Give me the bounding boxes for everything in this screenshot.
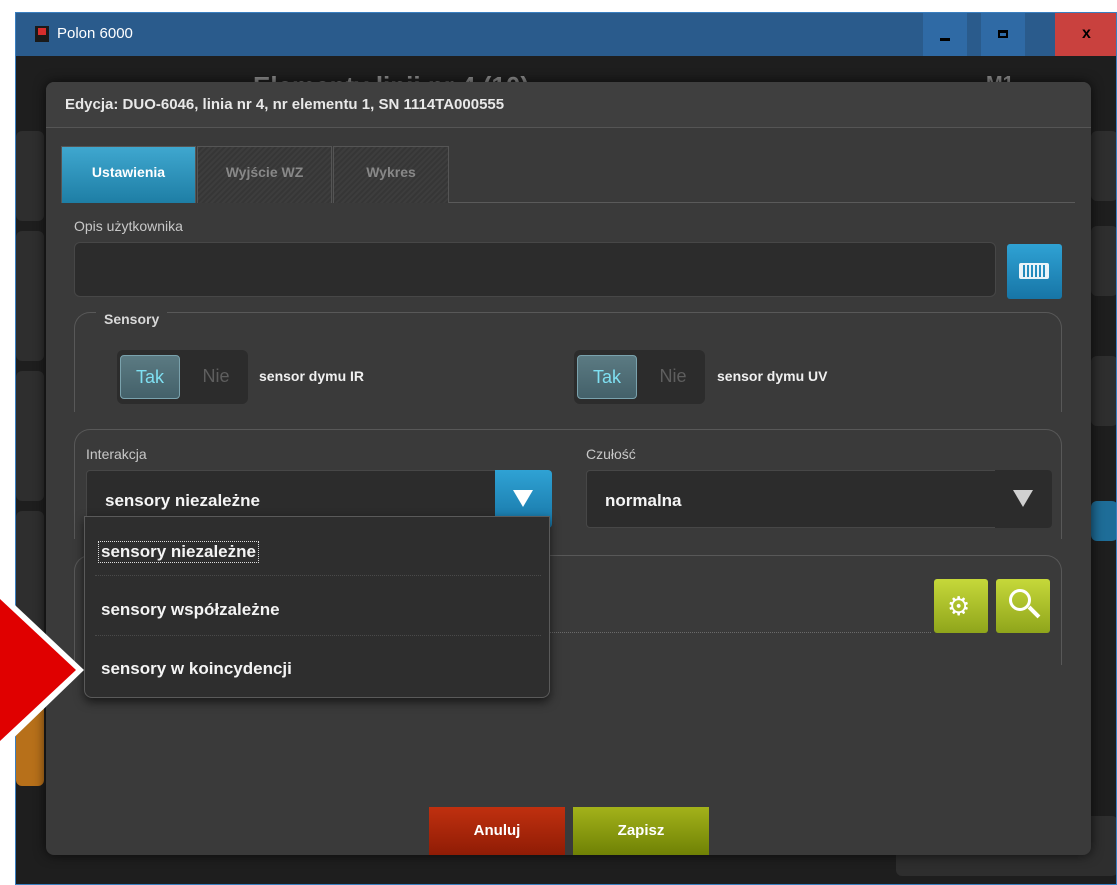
- uv-sensor-toggle[interactable]: Tak Nie: [574, 350, 705, 404]
- search-icon-handle: [1027, 605, 1041, 619]
- ir-sensor-label: sensor dymu IR: [259, 368, 365, 384]
- app-window: Polon 6000 x Elementy linii nr 4 (10) M1…: [15, 12, 1117, 885]
- ir-toggle-on[interactable]: Tak: [120, 355, 180, 399]
- sensitivity-label: Czułość: [586, 446, 636, 462]
- interaction-select-value: sensory niezależne: [105, 491, 260, 510]
- window-title: Polon 6000: [57, 25, 133, 42]
- user-description-label: Opis użytkownika: [74, 218, 183, 234]
- dropdown-separator: [95, 575, 541, 576]
- save-button[interactable]: Zapisz: [573, 807, 709, 855]
- dropdown-option-independent[interactable]: sensory niezależne: [98, 541, 259, 563]
- background-tile: [16, 131, 44, 221]
- dropdown-arrow-icon[interactable]: [995, 470, 1052, 528]
- background-tile: [1091, 131, 1116, 201]
- user-description-input[interactable]: [74, 242, 996, 297]
- maximize-button[interactable]: [981, 13, 1025, 56]
- tab-wyjscie-wz[interactable]: Wyjście WZ: [197, 146, 332, 203]
- gears-icon: ⚙: [947, 591, 971, 621]
- tab-divider: [449, 202, 1075, 203]
- keyboard-button[interactable]: [1007, 244, 1062, 299]
- uv-toggle-off[interactable]: Nie: [644, 355, 702, 399]
- dialog-title: Edycja: DUO-6046, linia nr 4, nr element…: [65, 96, 505, 113]
- keyboard-icon: [1019, 263, 1049, 279]
- dropdown-option-coincidence[interactable]: sensory w koincydencji: [101, 659, 292, 679]
- dialog-header: Edycja: DUO-6046, linia nr 4, nr element…: [46, 82, 1091, 128]
- settings-button[interactable]: ⚙: [934, 579, 988, 633]
- edit-dialog: Edycja: DUO-6046, linia nr 4, nr element…: [46, 82, 1091, 855]
- uv-sensor-label: sensor dymu UV: [717, 368, 828, 384]
- sensitivity-select-value: normalna: [605, 491, 682, 510]
- tab-ustawienia[interactable]: Ustawienia: [61, 146, 196, 203]
- uv-toggle-on[interactable]: Tak: [577, 355, 637, 399]
- ir-toggle-off[interactable]: Nie: [187, 355, 245, 399]
- minimize-icon: [940, 38, 950, 41]
- app-logo-icon: [35, 26, 49, 42]
- background-tile-blue: [1091, 501, 1116, 541]
- sensitivity-select[interactable]: normalna: [586, 470, 1052, 528]
- annotation-arrow-icon: [0, 591, 84, 751]
- close-button[interactable]: x: [1055, 13, 1116, 56]
- dropdown-option-interdependent[interactable]: sensory współzależne: [101, 600, 280, 620]
- search-button[interactable]: [996, 579, 1050, 633]
- interaction-dropdown-list: sensory niezależne sensory współzależne …: [84, 516, 550, 698]
- background-tile: [16, 231, 44, 361]
- background-tile: [16, 371, 44, 501]
- dropdown-separator: [95, 635, 541, 636]
- background-tile: [1091, 226, 1116, 296]
- ir-sensor-toggle[interactable]: Tak Nie: [117, 350, 248, 404]
- minimize-button[interactable]: [923, 13, 967, 56]
- tab-wykres[interactable]: Wykres: [333, 146, 449, 203]
- cancel-button[interactable]: Anuluj: [429, 807, 565, 855]
- maximize-icon: [998, 30, 1008, 38]
- title-bar: Polon 6000 x: [16, 13, 1116, 56]
- sensors-group-label: Sensory: [96, 311, 168, 327]
- background-tile: [1091, 356, 1116, 426]
- interaction-label: Interakcja: [86, 446, 147, 462]
